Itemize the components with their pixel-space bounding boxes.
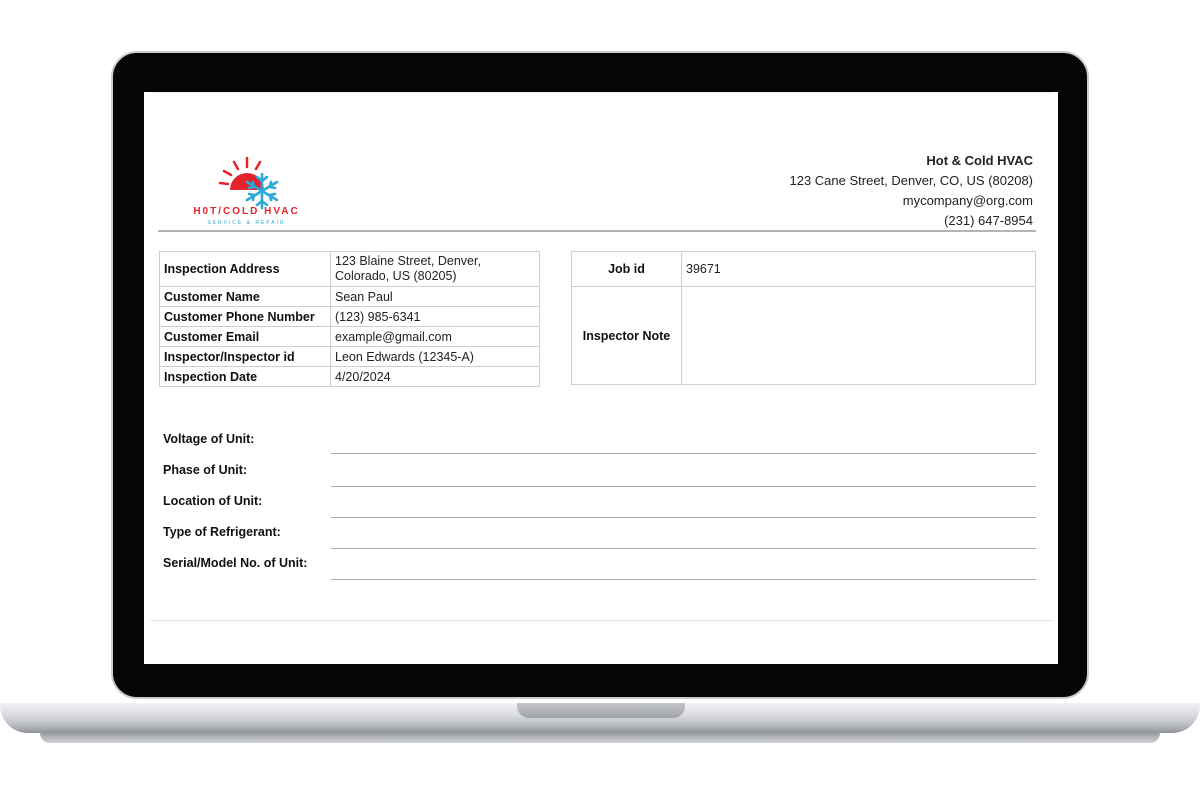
laptop-notch [517,703,685,718]
logo-subtitle: SERVICE & REPAIR [207,220,286,226]
info-label: Inspector/Inspector id [159,346,331,367]
info-label: Customer Phone Number [159,306,331,327]
serial-model-label: Serial/Model No. of Unit: [163,556,308,570]
table-row: Job id 39671 [571,251,1036,287]
table-row: Inspection Date 4/20/2024 [159,366,540,387]
address-line-1: 123 Blaine Street, Denver, [335,254,481,268]
info-value: Sean Paul [330,286,540,307]
table-row: Customer Name Sean Paul [159,286,540,307]
table-row: Inspector Note [571,286,1036,385]
document-bottom-divider [150,620,1052,621]
info-label: Customer Name [159,286,331,307]
location-field-line[interactable] [331,517,1036,518]
job-id-label: Job id [571,251,682,287]
company-phone: (231) 647-8954 [944,213,1033,228]
document-top-edge [150,92,1052,93]
info-value: (123) 985-6341 [330,306,540,327]
location-label: Location of Unit: [163,494,263,508]
screen: H0T/COLD HVAC SERVICE & REPAIR Hot & Col… [144,92,1058,664]
refrigerant-label: Type of Refrigerant: [163,525,281,539]
sun-icon [218,156,264,190]
refrigerant-field-line[interactable] [331,548,1036,549]
info-label: Customer Email [159,326,331,347]
table-row: Customer Email example@gmail.com [159,326,540,347]
inspector-note-label: Inspector Note [571,286,682,385]
logo-title: H0T/COLD HVAC [184,206,309,217]
laptop-base-shadow [40,733,1160,743]
inspection-info-table: Inspection Address 123 Blaine Street, De… [159,251,540,387]
company-address: 123 Cane Street, Denver, CO, US (80208) [789,173,1033,188]
phase-label: Phase of Unit: [163,463,248,477]
serial-model-field-line[interactable] [331,579,1036,580]
sun-snowflake-icon [218,156,279,210]
inspector-note-value[interactable] [681,286,1036,385]
job-table: Job id 39671 Inspector Note [571,251,1036,385]
company-info: Hot & Cold HVAC 123 Cane Street, Denver,… [789,151,1033,231]
voltage-field-line[interactable] [331,453,1036,454]
table-row: Customer Phone Number (123) 985-6341 [159,306,540,327]
logo-title-hot: H0T/ [193,206,223,217]
info-value: 4/20/2024 [330,366,540,387]
company-name: Hot & Cold HVAC [926,153,1033,168]
job-id-value: 39671 [681,251,1036,287]
logo-title-cold: COLD HVAC [222,206,300,217]
company-email: mycompany@org.com [902,193,1033,208]
voltage-label: Voltage of Unit: [163,432,255,446]
table-row: Inspection Address 123 Blaine Street, De… [159,251,540,287]
info-value: 123 Blaine Street, Denver, Colorado, US (… [330,251,540,287]
table-row: Inspector/Inspector id Leon Edwards (123… [159,346,540,367]
info-value: Leon Edwards (12345-A) [330,346,540,367]
info-label: Inspection Date [159,366,331,387]
phase-field-line[interactable] [331,486,1036,487]
header-divider [158,230,1036,232]
address-line-2: Colorado, US (80205) [335,269,457,283]
info-label: Inspection Address [159,251,331,287]
info-value: example@gmail.com [330,326,540,347]
